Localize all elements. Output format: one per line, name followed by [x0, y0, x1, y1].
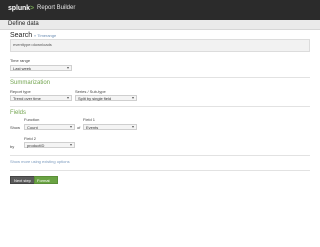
series-select[interactable]: Split by single field [75, 95, 137, 101]
fields-heading: Fields [10, 110, 27, 116]
top-bar: splunk> Report Builder [0, 0, 320, 20]
search-input[interactable]: eventtype=downloads [10, 39, 310, 52]
divider [10, 77, 310, 78]
field1-select[interactable]: Events [83, 124, 137, 130]
search-query: eventtype=downloads [13, 42, 52, 47]
divider [10, 155, 310, 156]
format-report-button[interactable]: Format report [34, 176, 58, 188]
field1-label: Field 1 [83, 117, 96, 122]
report-type-value: Trend over time [13, 96, 41, 101]
function-select[interactable]: Count [24, 124, 75, 130]
chevron-down-icon [67, 97, 69, 99]
function-value: Count [27, 125, 38, 130]
next-step-button[interactable]: Next step [10, 176, 35, 184]
logo-arrow: > [29, 5, 34, 12]
chevron-down-icon [70, 126, 72, 128]
chevron-down-icon [70, 144, 72, 146]
field2-value: productID [27, 143, 45, 148]
field1-value: Events [86, 125, 99, 130]
more-options-link[interactable]: Show more using existing options [10, 159, 70, 164]
report-type-select[interactable]: Trend over time [10, 95, 72, 101]
show-label: Show [10, 125, 21, 130]
step-title: Define data [8, 21, 39, 27]
field2-select[interactable]: productID [24, 142, 75, 148]
report-type-label: Report type [10, 89, 31, 94]
divider [10, 170, 310, 171]
series-value: Split by single field [78, 96, 112, 101]
by-label: by [10, 144, 15, 149]
field2-label: Field 2 [24, 136, 37, 141]
next-step-label: Next step [14, 178, 31, 183]
time-range-select[interactable]: Last week [10, 65, 72, 71]
chevron-down-icon [132, 126, 134, 128]
time-range-value: Last week [13, 66, 32, 71]
divider [10, 106, 310, 107]
chevron-down-icon [67, 67, 69, 69]
search-heading: Search [10, 32, 33, 39]
step-bar: Define data [0, 20, 320, 30]
format-report-label: Format report [37, 178, 50, 188]
summarization-heading: Summarization [10, 80, 51, 86]
chevron-down-icon [132, 97, 134, 99]
series-label: Series / Sub-type [75, 89, 106, 94]
function-label: Function [24, 117, 40, 122]
splunk-logo[interactable]: splunk> [8, 5, 34, 12]
app-title: Report Builder [37, 5, 76, 11]
of-label: of [77, 125, 81, 130]
logo-text: splunk [8, 5, 30, 12]
time-range-label: Time range [10, 58, 31, 63]
timerange-link[interactable]: « Timerange [34, 33, 56, 38]
